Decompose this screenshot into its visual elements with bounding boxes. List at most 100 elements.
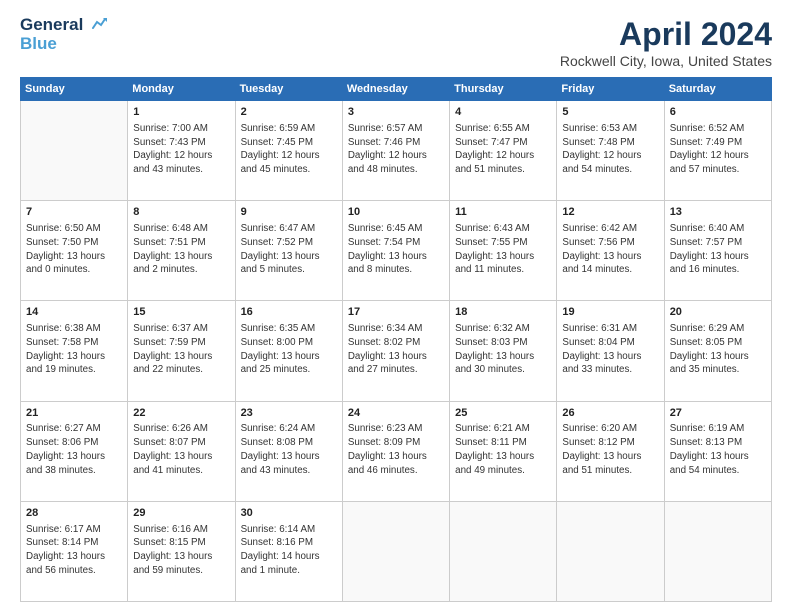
calendar: Sunday Monday Tuesday Wednesday Thursday…: [20, 77, 772, 602]
day-number: 11: [455, 205, 551, 220]
calendar-cell: [450, 501, 557, 601]
cell-content: Sunrise: 6:35 AMSunset: 8:00 PMDaylight:…: [241, 323, 320, 375]
day-number: 9: [241, 205, 337, 220]
day-number: 2: [241, 105, 337, 120]
calendar-cell: 11 Sunrise: 6:43 AMSunset: 7:55 PMDayligh…: [450, 201, 557, 301]
calendar-cell: 2 Sunrise: 6:59 AMSunset: 7:45 PMDaylight…: [235, 101, 342, 201]
calendar-cell: 10 Sunrise: 6:45 AMSunset: 7:54 PMDayligh…: [342, 201, 449, 301]
cell-content: Sunrise: 6:26 AMSunset: 8:07 PMDaylight:…: [133, 423, 212, 475]
cell-content: Sunrise: 6:45 AMSunset: 7:54 PMDaylight:…: [348, 223, 427, 275]
day-number: 21: [26, 406, 122, 421]
calendar-cell: [342, 501, 449, 601]
cell-content: Sunrise: 6:16 AMSunset: 8:15 PMDaylight:…: [133, 524, 212, 576]
cell-content: Sunrise: 6:38 AMSunset: 7:58 PMDaylight:…: [26, 323, 105, 375]
day-number: 18: [455, 305, 551, 320]
subtitle: Rockwell City, Iowa, United States: [560, 53, 772, 69]
calendar-cell: 5Sunrise: 6:53 AMSunset: 7:48 PMDaylight…: [557, 101, 664, 201]
day-number: 17: [348, 305, 444, 320]
cell-content: Sunrise: 6:34 AMSunset: 8:02 PMDaylight:…: [348, 323, 427, 375]
calendar-cell: 14 Sunrise: 6:38 AMSunset: 7:58 PMDayligh…: [21, 301, 128, 401]
calendar-cell: 6Sunrise: 6:52 AMSunset: 7:49 PMDaylight…: [664, 101, 771, 201]
title-block: April 2024 Rockwell City, Iowa, United S…: [560, 16, 772, 69]
page: General Blue April 2024 Rockwell City, I…: [0, 0, 792, 612]
day-number: 19: [562, 305, 658, 320]
day-number: 29: [133, 506, 229, 521]
day-number: 14: [26, 305, 122, 320]
cell-content: Sunrise: 6:52 AMSunset: 7:49 PMDaylight:…: [670, 123, 749, 175]
day-number: 13: [670, 205, 766, 220]
calendar-cell: 17 Sunrise: 6:34 AMSunset: 8:02 PMDayligh…: [342, 301, 449, 401]
calendar-cell: 25 Sunrise: 6:21 AMSunset: 8:11 PMDayligh…: [450, 401, 557, 501]
cell-content: Sunrise: 6:40 AMSunset: 7:57 PMDaylight:…: [670, 223, 749, 275]
calendar-cell: 26 Sunrise: 6:20 AMSunset: 8:12 PMDayligh…: [557, 401, 664, 501]
col-sunday: Sunday: [21, 78, 128, 101]
calendar-cell: [21, 101, 128, 201]
cell-content: Sunrise: 6:14 AMSunset: 8:16 PMDaylight:…: [241, 524, 320, 576]
day-number: 24: [348, 406, 444, 421]
calendar-cell: 13 Sunrise: 6:40 AMSunset: 7:57 PMDayligh…: [664, 201, 771, 301]
day-number: 8: [133, 205, 229, 220]
cell-content: Sunrise: 7:00 AMSunset: 7:43 PMDaylight:…: [133, 123, 212, 175]
cell-content: Sunrise: 6:29 AMSunset: 8:05 PMDaylight:…: [670, 323, 749, 375]
calendar-cell: 15 Sunrise: 6:37 AMSunset: 7:59 PMDayligh…: [128, 301, 235, 401]
day-number: 16: [241, 305, 337, 320]
calendar-cell: 22 Sunrise: 6:26 AMSunset: 8:07 PMDayligh…: [128, 401, 235, 501]
calendar-cell: 9 Sunrise: 6:47 AMSunset: 7:52 PMDaylight…: [235, 201, 342, 301]
calendar-cell: 29 Sunrise: 6:16 AMSunset: 8:15 PMDayligh…: [128, 501, 235, 601]
cell-content: Sunrise: 6:47 AMSunset: 7:52 PMDaylight:…: [241, 223, 320, 275]
col-saturday: Saturday: [664, 78, 771, 101]
cell-content: Sunrise: 6:53 AMSunset: 7:48 PMDaylight:…: [562, 123, 641, 175]
day-number: 3: [348, 105, 444, 120]
calendar-cell: [664, 501, 771, 601]
day-number: 23: [241, 406, 337, 421]
calendar-cell: 18 Sunrise: 6:32 AMSunset: 8:03 PMDayligh…: [450, 301, 557, 401]
calendar-cell: 30Sunrise: 6:14 AMSunset: 8:16 PMDayligh…: [235, 501, 342, 601]
calendar-cell: 12 Sunrise: 6:42 AMSunset: 7:56 PMDayligh…: [557, 201, 664, 301]
logo: General Blue: [20, 16, 107, 53]
calendar-cell: 28 Sunrise: 6:17 AMSunset: 8:14 PMDayligh…: [21, 501, 128, 601]
cell-content: Sunrise: 6:43 AMSunset: 7:55 PMDaylight:…: [455, 223, 534, 275]
cell-content: Sunrise: 6:19 AMSunset: 8:13 PMDaylight:…: [670, 423, 749, 475]
day-number: 28: [26, 506, 122, 521]
calendar-cell: 27 Sunrise: 6:19 AMSunset: 8:13 PMDayligh…: [664, 401, 771, 501]
day-number: 22: [133, 406, 229, 421]
cell-content: Sunrise: 6:21 AMSunset: 8:11 PMDaylight:…: [455, 423, 534, 475]
calendar-cell: [557, 501, 664, 601]
cell-content: Sunrise: 6:32 AMSunset: 8:03 PMDaylight:…: [455, 323, 534, 375]
day-number: 26: [562, 406, 658, 421]
cell-content: Sunrise: 6:42 AMSunset: 7:56 PMDaylight:…: [562, 223, 641, 275]
calendar-week-row: 7Sunrise: 6:50 AMSunset: 7:50 PMDaylight…: [21, 201, 772, 301]
calendar-cell: 24 Sunrise: 6:23 AMSunset: 8:09 PMDayligh…: [342, 401, 449, 501]
cell-content: Sunrise: 6:27 AMSunset: 8:06 PMDaylight:…: [26, 423, 105, 475]
calendar-cell: 20 Sunrise: 6:29 AMSunset: 8:05 PMDayligh…: [664, 301, 771, 401]
cell-content: Sunrise: 6:17 AMSunset: 8:14 PMDaylight:…: [26, 524, 105, 576]
cell-content: Sunrise: 6:31 AMSunset: 8:04 PMDaylight:…: [562, 323, 641, 375]
day-number: 4: [455, 105, 551, 120]
calendar-week-row: 1 Sunrise: 7:00 AMSunset: 7:43 PMDaylight…: [21, 101, 772, 201]
cell-content: Sunrise: 6:55 AMSunset: 7:47 PMDaylight:…: [455, 123, 534, 175]
calendar-cell: 1 Sunrise: 7:00 AMSunset: 7:43 PMDaylight…: [128, 101, 235, 201]
day-number: 15: [133, 305, 229, 320]
header: General Blue April 2024 Rockwell City, I…: [20, 16, 772, 69]
day-number: 25: [455, 406, 551, 421]
cell-content: Sunrise: 6:59 AMSunset: 7:45 PMDaylight:…: [241, 123, 320, 175]
calendar-cell: 4 Sunrise: 6:55 AMSunset: 7:47 PMDaylight…: [450, 101, 557, 201]
col-tuesday: Tuesday: [235, 78, 342, 101]
calendar-cell: 16 Sunrise: 6:35 AMSunset: 8:00 PMDayligh…: [235, 301, 342, 401]
day-number: 10: [348, 205, 444, 220]
col-friday: Friday: [557, 78, 664, 101]
day-number: 12: [562, 205, 658, 220]
cell-content: Sunrise: 6:20 AMSunset: 8:12 PMDaylight:…: [562, 423, 641, 475]
cell-content: Sunrise: 6:37 AMSunset: 7:59 PMDaylight:…: [133, 323, 212, 375]
col-wednesday: Wednesday: [342, 78, 449, 101]
day-number: 20: [670, 305, 766, 320]
day-number: 27: [670, 406, 766, 421]
main-title: April 2024: [560, 16, 772, 53]
calendar-week-row: 14 Sunrise: 6:38 AMSunset: 7:58 PMDayligh…: [21, 301, 772, 401]
cell-content: Sunrise: 6:57 AMSunset: 7:46 PMDaylight:…: [348, 123, 427, 175]
calendar-week-row: 21 Sunrise: 6:27 AMSunset: 8:06 PMDayligh…: [21, 401, 772, 501]
col-monday: Monday: [128, 78, 235, 101]
day-number: 1: [133, 105, 229, 120]
day-number: 7: [26, 205, 122, 220]
cell-content: Sunrise: 6:23 AMSunset: 8:09 PMDaylight:…: [348, 423, 427, 475]
